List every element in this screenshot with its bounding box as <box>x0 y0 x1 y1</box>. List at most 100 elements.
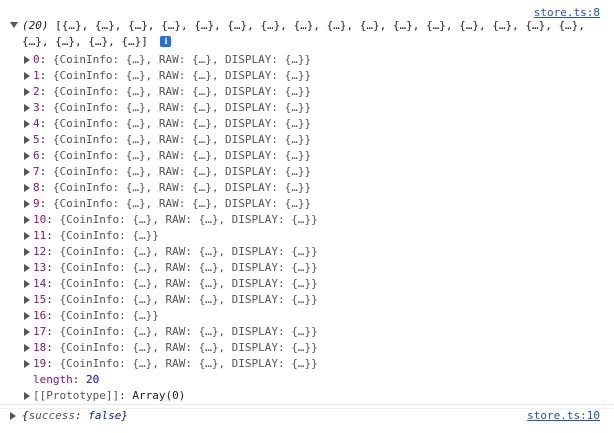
prototype-value: Array(0) <box>132 389 186 402</box>
array-item[interactable]: 17: {CoinInfo: {…}, RAW: {…}, DISPLAY: {… <box>0 324 614 340</box>
array-item-index: 1 <box>33 69 40 82</box>
devtools-console: store.ts:8 (20) [{…}, {…}, {…}, {…}, {…}… <box>0 0 614 433</box>
expand-triangle-right-icon[interactable] <box>24 152 30 160</box>
array-item-preview: {CoinInfo: {…}, RAW: {…}, DISPLAY: {…}} <box>52 181 312 194</box>
array-count: (20) <box>22 19 49 32</box>
array-item-preview: {CoinInfo: {…}, RAW: {…}, DISPLAY: {…}} <box>52 133 312 146</box>
array-item-index: 12 <box>33 245 47 258</box>
array-item-index: 7 <box>33 165 40 178</box>
expand-triangle-right-icon[interactable] <box>24 312 30 320</box>
expand-triangle-right-icon[interactable] <box>24 264 30 272</box>
expand-triangle-right-icon[interactable] <box>24 248 30 256</box>
expand-triangle-right-icon[interactable] <box>24 200 30 208</box>
expand-triangle-right-icon[interactable] <box>24 344 30 352</box>
array-item-preview: {CoinInfo: {…}, RAW: {…}, DISPLAY: {…}} <box>52 101 312 114</box>
array-item[interactable]: 14: {CoinInfo: {…}, RAW: {…}, DISPLAY: {… <box>0 276 614 292</box>
array-item-index: 19 <box>33 357 47 370</box>
object-preview[interactable]: {success: false} <box>22 408 128 424</box>
expand-triangle-right-icon[interactable] <box>24 296 30 304</box>
expand-triangle-right-icon[interactable] <box>24 88 30 96</box>
array-item-preview: {CoinInfo: {…}, RAW: {…}, DISPLAY: {…}} <box>52 117 312 130</box>
array-item-preview: {CoinInfo: {…}, RAW: {…}, DISPLAY: {…}} <box>52 53 312 66</box>
array-item[interactable]: 12: {CoinInfo: {…}, RAW: {…}, DISPLAY: {… <box>0 244 614 260</box>
expand-triangle-right-icon[interactable] <box>24 184 30 192</box>
array-item[interactable]: 4: {CoinInfo: {…}, RAW: {…}, DISPLAY: {…… <box>0 116 614 132</box>
array-item[interactable]: 9: {CoinInfo: {…}, RAW: {…}, DISPLAY: {…… <box>0 196 614 212</box>
length-value: 20 <box>86 373 100 386</box>
console-message-array: store.ts:8 (20) [{…}, {…}, {…}, {…}, {…}… <box>0 0 614 409</box>
array-item-index: 6 <box>33 149 40 162</box>
expand-triangle-right-icon[interactable] <box>24 392 30 400</box>
array-item[interactable]: 6: {CoinInfo: {…}, RAW: {…}, DISPLAY: {…… <box>0 148 614 164</box>
expand-triangle-right-icon[interactable] <box>24 328 30 336</box>
array-item-index: 5 <box>33 133 40 146</box>
expand-triangle-right-icon[interactable] <box>24 136 30 144</box>
expand-triangle-right-icon[interactable] <box>24 72 30 80</box>
console-message-object: {success: false} store.ts:10 <box>0 404 614 427</box>
array-item[interactable]: 5: {CoinInfo: {…}, RAW: {…}, DISPLAY: {…… <box>0 132 614 148</box>
object-key: success <box>28 409 75 422</box>
array-item-preview: {CoinInfo: {…}, RAW: {…}, DISPLAY: {…}} <box>59 325 318 338</box>
array-item-index: 11 <box>33 229 47 242</box>
length-property: length: 20 <box>33 373 100 386</box>
expand-triangle-right-icon[interactable] <box>24 120 30 128</box>
prototype-property[interactable]: [[Prototype]]: Array(0) <box>0 388 614 404</box>
array-item-preview: {CoinInfo: {…}, RAW: {…}, DISPLAY: {…}} <box>59 277 318 290</box>
expand-triangle-right-icon[interactable] <box>24 280 30 288</box>
array-item[interactable]: 0: {CoinInfo: {…}, RAW: {…}, DISPLAY: {…… <box>0 52 614 68</box>
array-item-preview: {CoinInfo: {…}, RAW: {…}, DISPLAY: {…}} <box>52 85 312 98</box>
array-item-preview: {CoinInfo: {…}, RAW: {…}, DISPLAY: {…}} <box>52 197 312 210</box>
object-close-brace: } <box>121 409 128 422</box>
array-item-preview: {CoinInfo: {…}} <box>59 229 159 242</box>
array-preview-text: [{…}, {…}, {…}, {…}, {…}, {…}, {…}, {…},… <box>22 19 585 48</box>
object-open-brace: { <box>22 409 29 422</box>
array-item-index: 8 <box>33 181 40 194</box>
array-item-preview: {CoinInfo: {…}, RAW: {…}, DISPLAY: {…}} <box>59 357 318 370</box>
expand-triangle-right-icon[interactable] <box>24 104 30 112</box>
array-items: 0: {CoinInfo: {…}, RAW: {…}, DISPLAY: {…… <box>0 52 614 372</box>
array-item-index: 18 <box>33 341 47 354</box>
expand-triangle-down-icon[interactable] <box>10 22 18 28</box>
array-item-index: 16 <box>33 309 47 322</box>
array-item-index: 10 <box>33 213 47 226</box>
source-link[interactable]: store.ts:10 <box>527 408 600 424</box>
expand-triangle-right-icon[interactable] <box>24 216 30 224</box>
array-item-index: 4 <box>33 117 40 130</box>
array-item-index: 3 <box>33 101 40 114</box>
array-item[interactable]: 8: {CoinInfo: {…}, RAW: {…}, DISPLAY: {…… <box>0 180 614 196</box>
array-item-index: 9 <box>33 197 40 210</box>
array-item-index: 13 <box>33 261 47 274</box>
array-item[interactable]: 16: {CoinInfo: {…}} <box>0 308 614 324</box>
object-separator: : <box>74 409 89 422</box>
array-preview[interactable]: (20) [{…}, {…}, {…}, {…}, {…}, {…}, {…},… <box>0 4 592 50</box>
array-item[interactable]: 19: {CoinInfo: {…}, RAW: {…}, DISPLAY: {… <box>0 356 614 372</box>
array-item-index: 0 <box>33 53 40 66</box>
array-item-preview: {CoinInfo: {…}, RAW: {…}, DISPLAY: {…}} <box>52 165 312 178</box>
info-icon[interactable]: i <box>160 36 172 47</box>
array-item-preview: {CoinInfo: {…}, RAW: {…}, DISPLAY: {…}} <box>52 69 312 82</box>
array-item[interactable]: 3: {CoinInfo: {…}, RAW: {…}, DISPLAY: {…… <box>0 100 614 116</box>
length-key: length <box>33 373 73 386</box>
array-item-preview: {CoinInfo: {…}} <box>59 309 159 322</box>
array-item[interactable]: 11: {CoinInfo: {…}} <box>0 228 614 244</box>
array-item[interactable]: 2: {CoinInfo: {…}, RAW: {…}, DISPLAY: {…… <box>0 84 614 100</box>
array-item-index: 14 <box>33 277 47 290</box>
array-item[interactable]: 10: {CoinInfo: {…}, RAW: {…}, DISPLAY: {… <box>0 212 614 228</box>
expand-triangle-right-icon[interactable] <box>10 412 16 420</box>
expand-triangle-right-icon[interactable] <box>24 168 30 176</box>
array-item-index: 17 <box>33 325 47 338</box>
object-value: false <box>88 409 122 422</box>
array-item-preview: {CoinInfo: {…}, RAW: {…}, DISPLAY: {…}} <box>59 261 318 274</box>
array-item[interactable]: 7: {CoinInfo: {…}, RAW: {…}, DISPLAY: {…… <box>0 164 614 180</box>
expand-triangle-right-icon[interactable] <box>24 56 30 64</box>
array-item[interactable]: 13: {CoinInfo: {…}, RAW: {…}, DISPLAY: {… <box>0 260 614 276</box>
expand-triangle-right-icon[interactable] <box>24 232 30 240</box>
array-item-preview: {CoinInfo: {…}, RAW: {…}, DISPLAY: {…}} <box>59 341 318 354</box>
array-item[interactable]: 18: {CoinInfo: {…}, RAW: {…}, DISPLAY: {… <box>0 340 614 356</box>
prototype-key: [[Prototype]] <box>33 389 120 402</box>
array-item[interactable]: 1: {CoinInfo: {…}, RAW: {…}, DISPLAY: {…… <box>0 68 614 84</box>
array-item[interactable]: 15: {CoinInfo: {…}, RAW: {…}, DISPLAY: {… <box>0 292 614 308</box>
array-item-index: 2 <box>33 85 40 98</box>
array-item-index: 15 <box>33 293 47 306</box>
expand-triangle-right-icon[interactable] <box>24 360 30 368</box>
